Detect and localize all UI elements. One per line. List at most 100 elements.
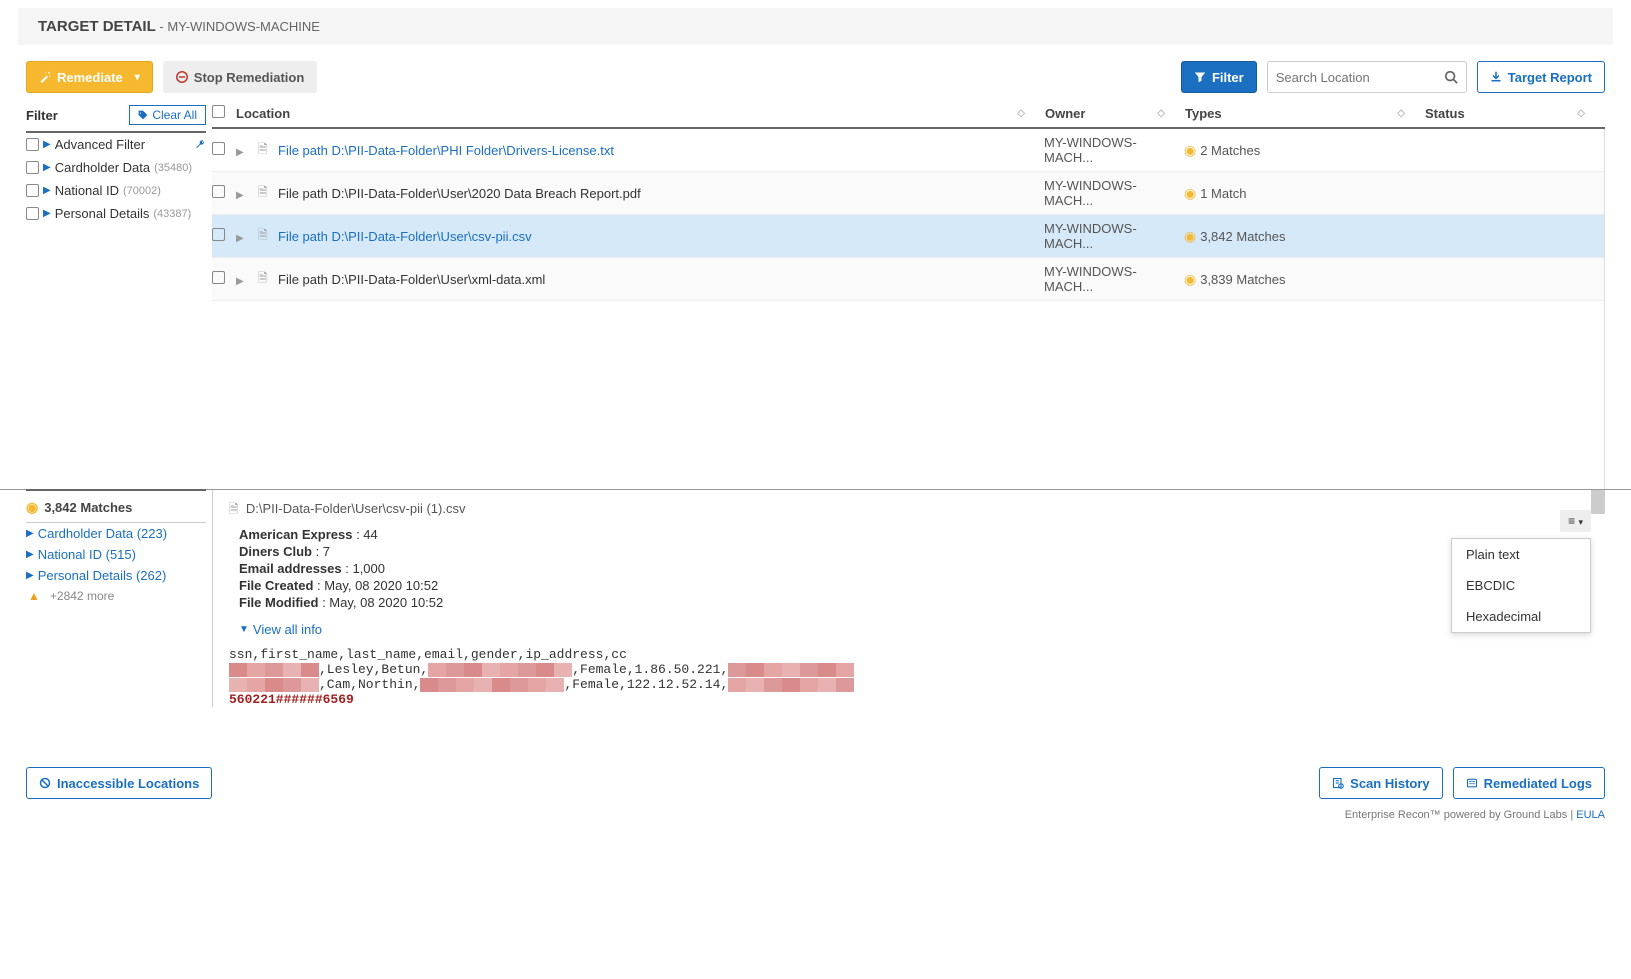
match-icon: ◉	[26, 499, 38, 516]
chevron-right-icon: ▶	[43, 139, 51, 150]
file-icon: 🗎	[258, 228, 268, 242]
select-all-checkbox[interactable]	[212, 105, 225, 118]
row-checkbox[interactable]	[212, 142, 225, 155]
checkbox[interactable]	[26, 207, 39, 220]
filter-header-label: Filter	[26, 108, 58, 123]
file-icon: 🗎	[258, 271, 268, 285]
sort-icon[interactable]: ◇	[1157, 108, 1165, 119]
matches-more[interactable]: ▲ +2842 more	[26, 586, 206, 606]
match-category[interactable]: ▶Personal Details (262)	[26, 565, 206, 586]
table-row[interactable]: ▶ 🗎 File path D:\PII-Data-Folder\User\2020…	[212, 172, 1604, 215]
wand-icon	[39, 71, 51, 83]
row-checkbox[interactable]	[212, 185, 225, 198]
remediated-logs-button[interactable]: Remediated Logs	[1453, 767, 1605, 799]
encoding-option-ebcdic[interactable]: EBCDIC	[1452, 570, 1590, 601]
location-path[interactable]: File path D:\PII-Data-Folder\User\2020 D…	[278, 186, 641, 201]
file-icon: 🗎	[258, 185, 268, 199]
redacted-block	[420, 678, 564, 692]
filter-item-cardholder[interactable]: ▶ Cardholder Data (35480)	[26, 156, 206, 179]
detail-metadata-line: American Express : 44	[239, 527, 1605, 542]
location-path[interactable]: File path D:\PII-Data-Folder\User\csv-pi…	[278, 229, 532, 244]
footer-credits: Enterprise Recon™ powered by Ground Labs…	[0, 809, 1631, 831]
match-icon: ◉	[1184, 228, 1196, 245]
types-cell: ◉ 2 Matches	[1184, 142, 1260, 159]
warning-icon: ▲	[28, 589, 40, 603]
table-row[interactable]: ▶ 🗎 File path D:\PII-Data-Folder\User\xml-…	[212, 258, 1604, 301]
detail-file-path: 🗎 D:\PII-Data-Folder\User\csv-pii (1).cs…	[229, 500, 1605, 521]
scrollbar-thumb[interactable]	[1591, 490, 1605, 514]
search-location-input-wrapper	[1267, 61, 1467, 93]
wrench-icon[interactable]	[195, 139, 206, 150]
chevron-down-icon: ▾	[135, 72, 140, 83]
list-icon: ≡	[1568, 514, 1575, 528]
encoding-dropdown-button[interactable]: ≡ ▾	[1560, 510, 1591, 532]
detail-metadata-line: Email addresses : 1,000	[239, 561, 1605, 576]
detail-pane: ≡ ▾ Plain text EBCDIC Hexadecimal 🗎 D:\P…	[212, 490, 1605, 707]
filter-sidebar: Filter Clear All ▶ Advanced Filter ▶ Car…	[26, 101, 206, 489]
sort-icon[interactable]: ◇	[1577, 108, 1585, 119]
sort-icon[interactable]: ◇	[1017, 108, 1025, 119]
target-report-button[interactable]: Target Report	[1477, 61, 1605, 93]
detail-metadata-line: Diners Club : 7	[239, 544, 1605, 559]
view-all-info-link[interactable]: ▼ View all info	[239, 622, 322, 637]
chevron-right-icon[interactable]: ▶	[236, 147, 244, 158]
history-icon	[1332, 777, 1344, 789]
redacted-block	[428, 663, 572, 677]
inaccessible-locations-button[interactable]: Inaccessible Locations	[26, 767, 212, 799]
checkbox[interactable]	[26, 138, 39, 151]
filter-button[interactable]: Filter	[1181, 61, 1257, 93]
matches-sidebar: ◉ 3,842 Matches ▶Cardholder Data (223)▶N…	[26, 489, 206, 707]
types-cell: ◉ 1 Match	[1184, 185, 1246, 202]
location-path[interactable]: File path D:\PII-Data-Folder\PHI Folder\…	[278, 143, 614, 158]
encoding-option-plain[interactable]: Plain text	[1452, 539, 1590, 570]
chevron-right-icon[interactable]: ▶	[236, 233, 244, 244]
encoding-option-hex[interactable]: Hexadecimal	[1452, 601, 1590, 632]
match-category[interactable]: ▶National ID (515)	[26, 544, 206, 565]
matches-header: ◉ 3,842 Matches	[26, 499, 206, 523]
checkbox[interactable]	[26, 161, 39, 174]
sort-icon[interactable]: ◇	[1397, 108, 1405, 119]
chevron-right-icon[interactable]: ▶	[236, 190, 244, 201]
location-path[interactable]: File path D:\PII-Data-Folder\User\xml-da…	[278, 272, 545, 287]
search-icon[interactable]	[1444, 70, 1458, 84]
results-panel: Location ◇ Owner ◇ Types ◇ Status ◇ ▶ 🗎 Fi…	[212, 101, 1605, 489]
col-status-label[interactable]: Status	[1425, 106, 1465, 121]
scan-history-button[interactable]: Scan History	[1319, 767, 1442, 799]
table-row[interactable]: ▶ 🗎 File path D:\PII-Data-Folder\User\csv-…	[212, 215, 1604, 258]
owner-cell: MY-WINDOWS-MACH...	[1044, 135, 1184, 165]
download-icon	[1490, 71, 1502, 83]
col-types-label[interactable]: Types	[1185, 106, 1222, 121]
table-row[interactable]: ▶ 🗎 File path D:\PII-Data-Folder\PHI Folde…	[212, 129, 1604, 172]
stop-icon	[176, 71, 188, 83]
types-cell: ◉ 3,842 Matches	[1184, 228, 1286, 245]
chevron-right-icon: ▶	[43, 185, 51, 196]
table-header: Location ◇ Owner ◇ Types ◇ Status ◇	[212, 101, 1605, 129]
detail-metadata-line: File Created : May, 08 2020 10:52	[239, 578, 1605, 593]
match-category[interactable]: ▶Cardholder Data (223)	[26, 523, 206, 544]
col-location-label[interactable]: Location	[236, 106, 290, 121]
owner-cell: MY-WINDOWS-MACH...	[1044, 221, 1184, 251]
filter-item-national-id[interactable]: ▶ National ID (70002)	[26, 179, 206, 202]
file-icon: 🗎	[258, 142, 268, 156]
filter-item-personal-details[interactable]: ▶ Personal Details (43387)	[26, 202, 206, 225]
clear-all-button[interactable]: Clear All	[129, 105, 206, 125]
file-icon: 🗎	[229, 502, 239, 516]
owner-cell: MY-WINDOWS-MACH...	[1044, 178, 1184, 208]
match-icon: ◉	[1184, 142, 1196, 159]
filter-item-advanced[interactable]: ▶ Advanced Filter	[26, 133, 206, 156]
tag-icon	[138, 110, 148, 120]
chevron-right-icon[interactable]: ▶	[236, 276, 244, 287]
stop-remediation-button[interactable]: Stop Remediation	[163, 61, 318, 93]
col-owner-label[interactable]: Owner	[1045, 106, 1085, 121]
eula-link[interactable]: EULA	[1576, 809, 1605, 821]
remediate-button[interactable]: Remediate ▾	[26, 61, 153, 93]
redacted-block	[229, 663, 319, 677]
redacted-block	[728, 663, 854, 677]
search-location-input[interactable]	[1276, 70, 1426, 85]
toolbar: Remediate ▾ Stop Remediation Filter Targ…	[0, 61, 1631, 101]
filter-icon	[1194, 71, 1206, 83]
row-checkbox[interactable]	[212, 228, 225, 241]
row-checkbox[interactable]	[212, 271, 225, 284]
checkbox[interactable]	[26, 184, 39, 197]
redacted-block	[229, 678, 319, 692]
